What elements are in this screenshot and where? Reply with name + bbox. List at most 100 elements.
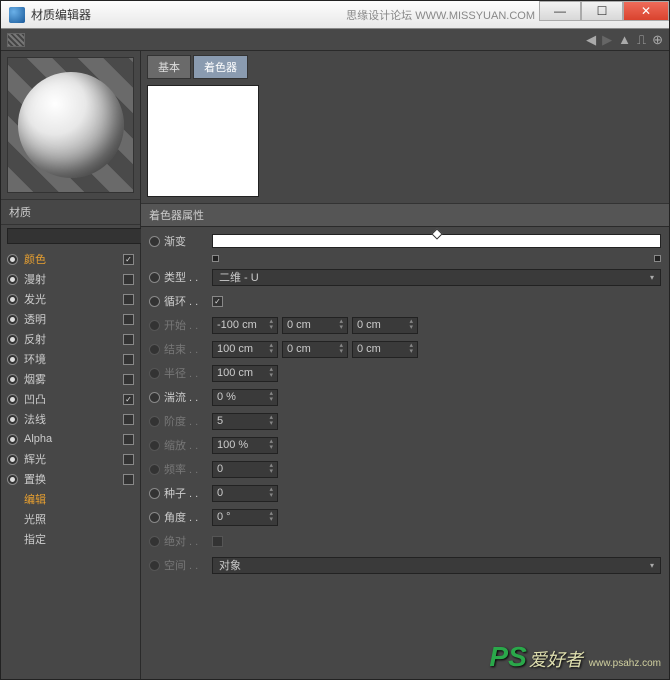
tab-shader[interactable]: 着色器 bbox=[193, 55, 248, 79]
nav-up-icon[interactable]: ▲ bbox=[618, 32, 631, 47]
end-x[interactable]: 100 cm▴▾ bbox=[212, 341, 278, 358]
turb-radio[interactable] bbox=[149, 392, 160, 403]
turb-input[interactable]: 0 %▴▾ bbox=[212, 389, 278, 406]
channel-label: 凹凸 bbox=[24, 391, 117, 407]
channel-radio[interactable] bbox=[7, 474, 18, 485]
end-radio bbox=[149, 344, 160, 355]
watermark-top: 思缘设计论坛 WWW.MISSYUAN.COM bbox=[346, 7, 535, 23]
gradient-bar[interactable] bbox=[212, 234, 661, 248]
channel-辉光[interactable]: 辉光 bbox=[1, 449, 140, 469]
row-cycle: 循环 . . ✓ bbox=[149, 291, 661, 311]
channel-radio[interactable] bbox=[7, 354, 18, 365]
shader-preview[interactable] bbox=[147, 85, 259, 197]
close-button[interactable]: ✕ bbox=[623, 1, 669, 21]
octaves-label: 阶度 . . bbox=[164, 413, 208, 429]
cycle-radio[interactable] bbox=[149, 296, 160, 307]
material-name-input[interactable] bbox=[7, 228, 159, 244]
seed-radio[interactable] bbox=[149, 488, 160, 499]
titlebar[interactable]: 材质编辑器 思缘设计论坛 WWW.MISSYUAN.COM — ☐ ✕ bbox=[1, 1, 669, 29]
gradient-radio[interactable] bbox=[149, 236, 160, 247]
channel-checkbox[interactable] bbox=[123, 414, 134, 425]
seed-input[interactable]: 0▴▾ bbox=[212, 485, 278, 502]
radius-input[interactable]: 100 cm▴▾ bbox=[212, 365, 278, 382]
gradient-stop-right[interactable] bbox=[654, 255, 661, 262]
row-turb: 湍流 . . 0 %▴▾ bbox=[149, 387, 661, 407]
channel-法线[interactable]: 法线 bbox=[1, 409, 140, 429]
type-label: 类型 . . bbox=[164, 269, 208, 285]
scale-input[interactable]: 100 %▴▾ bbox=[212, 437, 278, 454]
channel-radio[interactable] bbox=[7, 414, 18, 425]
channel-checkbox[interactable] bbox=[123, 454, 134, 465]
start-z[interactable]: 0 cm▴▾ bbox=[352, 317, 418, 334]
channel-checkbox[interactable] bbox=[123, 274, 134, 285]
material-preview[interactable] bbox=[7, 57, 134, 193]
channel-置换[interactable]: 置换 bbox=[1, 469, 140, 489]
start-label: 开始 . . bbox=[164, 317, 208, 333]
channel-checkbox[interactable] bbox=[123, 334, 134, 345]
channel-radio[interactable] bbox=[7, 294, 18, 305]
channel-label: Alpha bbox=[24, 433, 117, 445]
channel-radio[interactable] bbox=[7, 434, 18, 445]
toolbar: ◀ ▶ ▲ ⎍ ⊕ bbox=[1, 29, 669, 51]
channel-label: 透明 bbox=[24, 311, 117, 327]
absolute-radio bbox=[149, 536, 160, 547]
lock-icon[interactable]: ⎍ bbox=[637, 32, 646, 48]
minimize-button[interactable]: — bbox=[539, 1, 581, 21]
row-seed: 种子 . . 0▴▾ bbox=[149, 483, 661, 503]
footer-item-指定[interactable]: 指定 bbox=[1, 529, 140, 549]
channel-radio[interactable] bbox=[7, 314, 18, 325]
footer-item-光照[interactable]: 光照 bbox=[1, 509, 140, 529]
channel-checkbox[interactable]: ✓ bbox=[123, 394, 134, 405]
nav-prev-icon[interactable]: ◀ bbox=[586, 32, 596, 48]
channel-烟雾[interactable]: 烟雾 bbox=[1, 369, 140, 389]
channel-checkbox[interactable] bbox=[123, 294, 134, 305]
absolute-checkbox[interactable] bbox=[212, 536, 223, 547]
channel-checkbox[interactable] bbox=[123, 434, 134, 445]
grip-icon[interactable] bbox=[7, 33, 25, 47]
channel-凹凸[interactable]: 凹凸 ✓ bbox=[1, 389, 140, 409]
channel-radio[interactable] bbox=[7, 274, 18, 285]
channel-漫射[interactable]: 漫射 bbox=[1, 269, 140, 289]
end-y[interactable]: 0 cm▴▾ bbox=[282, 341, 348, 358]
gradient-stop-left[interactable] bbox=[212, 255, 219, 262]
channel-环境[interactable]: 环境 bbox=[1, 349, 140, 369]
type-select[interactable]: 二维 - U ▾ bbox=[212, 269, 661, 286]
cycle-checkbox[interactable]: ✓ bbox=[212, 296, 223, 307]
material-name-row: ▸ ◎ bbox=[1, 225, 140, 247]
freq-input[interactable]: 0▴▾ bbox=[212, 461, 278, 478]
footer-item-编辑[interactable]: 编辑 bbox=[1, 489, 140, 509]
angle-radio[interactable] bbox=[149, 512, 160, 523]
channel-Alpha[interactable]: Alpha bbox=[1, 429, 140, 449]
channel-checkbox[interactable] bbox=[123, 474, 134, 485]
channel-radio[interactable] bbox=[7, 254, 18, 265]
nav-next-icon[interactable]: ▶ bbox=[602, 32, 612, 48]
gradient-knot-icon[interactable] bbox=[431, 228, 442, 239]
tab-basic[interactable]: 基本 bbox=[147, 55, 191, 79]
maximize-button[interactable]: ☐ bbox=[581, 1, 623, 21]
channel-checkbox[interactable]: ✓ bbox=[123, 254, 134, 265]
channel-颜色[interactable]: 颜色 ✓ bbox=[1, 249, 140, 269]
start-y[interactable]: 0 cm▴▾ bbox=[282, 317, 348, 334]
start-x[interactable]: -100 cm▴▾ bbox=[212, 317, 278, 334]
new-icon[interactable]: ⊕ bbox=[652, 32, 663, 48]
octaves-input[interactable]: 5▴▾ bbox=[212, 413, 278, 430]
channel-checkbox[interactable] bbox=[123, 354, 134, 365]
section-header: 着色器属性 bbox=[141, 203, 669, 227]
angle-input[interactable]: 0 °▴▾ bbox=[212, 509, 278, 526]
channel-发光[interactable]: 发光 bbox=[1, 289, 140, 309]
channel-反射[interactable]: 反射 bbox=[1, 329, 140, 349]
type-radio[interactable] bbox=[149, 272, 160, 283]
channel-checkbox[interactable] bbox=[123, 374, 134, 385]
end-z[interactable]: 0 cm▴▾ bbox=[352, 341, 418, 358]
row-gradient: 渐变 bbox=[149, 231, 661, 251]
space-select[interactable]: 对象 ▾ bbox=[212, 557, 661, 574]
channel-透明[interactable]: 透明 bbox=[1, 309, 140, 329]
app-icon bbox=[9, 7, 25, 23]
channel-checkbox[interactable] bbox=[123, 314, 134, 325]
channel-radio[interactable] bbox=[7, 394, 18, 405]
channel-radio[interactable] bbox=[7, 454, 18, 465]
row-type: 类型 . . 二维 - U ▾ bbox=[149, 267, 661, 287]
channel-radio[interactable] bbox=[7, 374, 18, 385]
channel-radio[interactable] bbox=[7, 334, 18, 345]
nav-icons: ◀ ▶ ▲ ⎍ ⊕ bbox=[586, 32, 663, 48]
